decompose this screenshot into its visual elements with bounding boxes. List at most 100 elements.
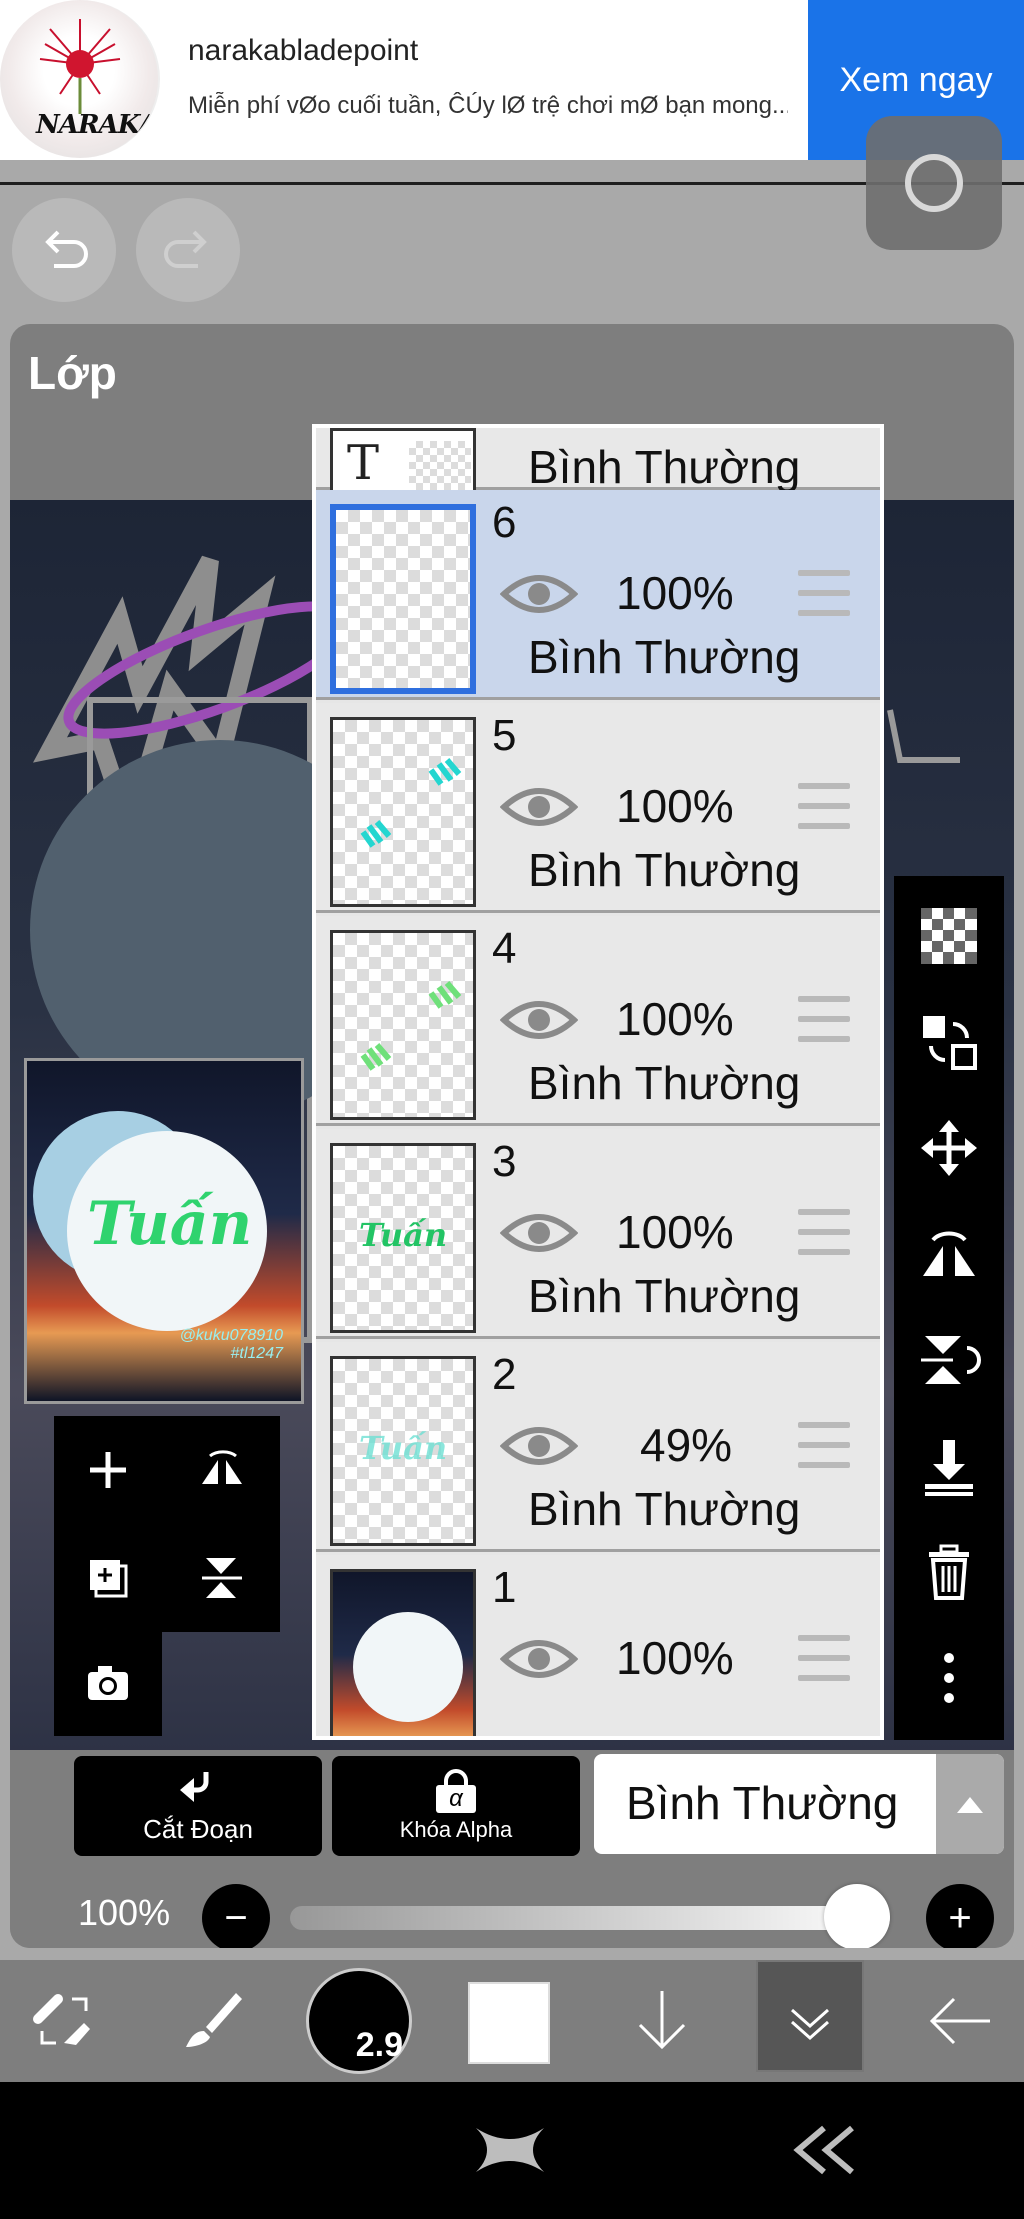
camera-button[interactable] <box>56 1632 160 1736</box>
layer-row-3[interactable]: Tuấn 3 100% Bình Thường <box>316 1129 880 1339</box>
layer-properties-bar: Cắt Đoạn α Khóa Alpha Bình Thường 100% − <box>10 1750 1014 1948</box>
layer-number: 2 <box>492 1350 517 1399</box>
redo-button[interactable] <box>136 198 240 302</box>
flip-layer-vertical-button[interactable] <box>170 1526 274 1630</box>
move-layer-content-button[interactable] <box>894 990 1004 1094</box>
flip-vertical-icon <box>921 1336 981 1384</box>
opacity-decrease-button[interactable]: − <box>202 1884 270 1948</box>
layer-blend-mode: Bình Thường <box>528 1057 801 1109</box>
ad-logo: NARAKA <box>0 0 160 158</box>
add-sublayer-button[interactable] <box>56 1526 160 1630</box>
color-swatch[interactable] <box>468 1982 550 2064</box>
delete-layer-button[interactable] <box>894 1520 1004 1624</box>
drag-handle-icon[interactable] <box>798 1635 850 1681</box>
clipping-arrow-icon <box>180 1771 209 1802</box>
flip-horizontal-icon <box>202 1450 242 1484</box>
drag-handle-icon[interactable] <box>798 996 850 1042</box>
clipping-label: Cắt Đoạn <box>143 1813 253 1844</box>
layer-blend-mode: Bình Thường <box>528 1483 801 1535</box>
tool-switch-button[interactable] <box>12 1960 116 2082</box>
signature-line-1: @kuku078910 <box>179 1327 283 1344</box>
layer-number: 3 <box>492 1137 517 1186</box>
opacity-slider-knob[interactable] <box>824 1884 890 1948</box>
layer-opacity: 100% <box>616 1632 734 1684</box>
screen-record-button[interactable] <box>866 116 1002 250</box>
move-button[interactable] <box>894 1096 1004 1200</box>
camera-icon <box>88 1666 128 1700</box>
layer-thumb <box>330 1569 476 1736</box>
plus-icon <box>90 1452 126 1488</box>
layer-number: 1 <box>492 1563 517 1612</box>
main-toolbar: 2.9 <box>0 1960 1024 2082</box>
layer-thumb-art <box>360 981 462 1071</box>
layer-row-1[interactable]: 1 100% <box>316 1555 880 1736</box>
flip-layer-horizontal-button[interactable] <box>170 1418 274 1522</box>
visibility-eye-icon[interactable] <box>500 779 578 835</box>
layers-toggle-button[interactable] <box>756 1960 864 2072</box>
chevron-up-icon[interactable] <box>936 1754 1004 1854</box>
thumb-word: Tuấn <box>87 1189 253 1259</box>
panel-title: Lớp <box>28 347 117 399</box>
brush-tool-button[interactable] <box>160 1960 264 2082</box>
back-button[interactable] <box>908 1960 1012 2082</box>
blend-mode-select[interactable]: Bình Thường <box>594 1754 1004 1854</box>
layer-thumb-word: Tuấn <box>359 1216 448 1254</box>
layer-opacity: 49% <box>640 1419 733 1471</box>
layer-blend-mode: Bình Thường <box>528 441 801 493</box>
layer-thumb <box>330 504 476 694</box>
visibility-eye-icon[interactable] <box>500 1631 578 1687</box>
visibility-eye-icon[interactable] <box>500 992 578 1048</box>
layer-opacity: 100% <box>616 567 734 619</box>
opacity-increase-button[interactable]: + <box>926 1884 994 1948</box>
system-navigation-bar <box>0 2082 1024 2219</box>
layer-list[interactable]: T Bình Thường 6 100% Bình Thường 5 100% … <box>312 424 884 1740</box>
swap-layers-icon <box>923 1016 977 1070</box>
drag-handle-icon[interactable] <box>798 783 850 829</box>
layer-row-5[interactable]: 5 100% Bình Thường <box>316 703 880 913</box>
visibility-eye-icon[interactable] <box>500 566 578 622</box>
drag-handle-icon[interactable] <box>798 1422 850 1468</box>
double-chevron-left-icon[interactable] <box>790 2122 860 2178</box>
layer-number: 5 <box>492 711 517 760</box>
layer-row-text[interactable]: T Bình Thường <box>316 428 880 494</box>
alpha-glyph: α <box>436 1785 476 1813</box>
layer-row-2[interactable]: Tuấn 2 49% Bình Thường <box>316 1342 880 1552</box>
layer-panel: Lớp Tuấn @kuku078910 #tl1247 T Bình Thườ… <box>10 324 1014 1948</box>
drag-handle-icon[interactable] <box>798 570 850 616</box>
alpha-lock-button[interactable]: α Khóa Alpha <box>332 1756 580 1856</box>
ad-description[interactable]: Miễn phí vØo cuối tuần, ĈÚy lØ trệ chơi … <box>188 92 788 120</box>
layer-number: 4 <box>492 924 517 973</box>
layer-thumb: Tuấn <box>330 1143 476 1333</box>
arrow-down-icon <box>638 1991 686 2050</box>
ad-title[interactable]: narakabladepoint <box>188 34 418 68</box>
record-ring-icon <box>905 154 963 212</box>
brush-size-value: 2.9 <box>355 2026 403 2064</box>
brush-icon <box>186 1993 242 2047</box>
clipping-button[interactable]: Cắt Đoạn <box>74 1756 322 1856</box>
canvas-thumbnail[interactable]: Tuấn @kuku078910 #tl1247 <box>24 1058 304 1404</box>
opacity-slider[interactable] <box>290 1884 890 1948</box>
layer-row-6[interactable]: 6 100% Bình Thường <box>316 490 880 700</box>
layer-opacity: 100% <box>616 993 734 1045</box>
visibility-eye-icon[interactable] <box>500 1205 578 1261</box>
transparency-button[interactable] <box>894 884 1004 988</box>
app-switch-icon[interactable] <box>472 2122 548 2178</box>
undo-button[interactable] <box>12 198 116 302</box>
add-layer-button[interactable] <box>56 1418 160 1522</box>
merge-down-button[interactable] <box>894 1414 1004 1518</box>
more-options-button[interactable] <box>894 1626 1004 1730</box>
layer-row-4[interactable]: 4 100% Bình Thường <box>316 916 880 1126</box>
flip-vertical-icon <box>202 1558 242 1598</box>
visibility-eye-icon[interactable] <box>500 1418 578 1474</box>
layer-opacity: 100% <box>616 1206 734 1258</box>
checkerboard-icon <box>921 908 977 964</box>
arrow-down-button[interactable] <box>610 1960 714 2082</box>
layer-thumb <box>330 930 476 1120</box>
app-screen: NARAKA narakabladepoint Miễn phí vØo cuố… <box>0 0 1024 2219</box>
minus-icon: − <box>224 1895 248 1940</box>
drag-handle-icon[interactable] <box>798 1209 850 1255</box>
flip-horizontal-button[interactable] <box>894 1202 1004 1306</box>
double-chevron-down-icon <box>791 2008 829 2041</box>
flip-vertical-button[interactable] <box>894 1308 1004 1412</box>
brush-size-indicator[interactable]: 2.9 <box>306 1968 412 2074</box>
